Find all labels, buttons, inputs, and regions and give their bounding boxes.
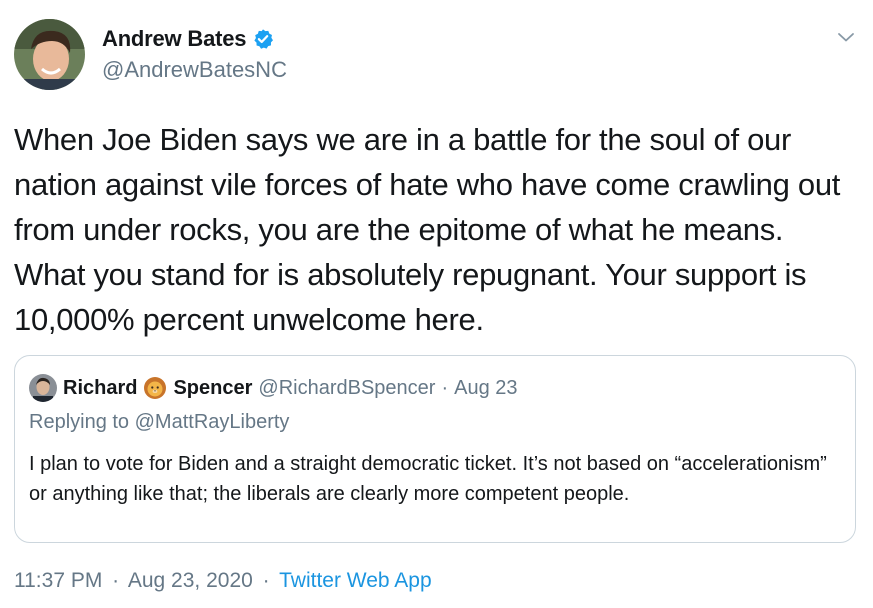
tweet-text: When Joe Biden says we are in a battle f… (14, 122, 841, 337)
author-handle[interactable]: @AndrewBatesNC (102, 57, 287, 83)
author-avatar[interactable] (14, 19, 85, 90)
quoted-author-last-name: Spencer (173, 376, 253, 399)
quoted-tweet-card[interactable]: Richard Spencer @RichardBSpencer · Aug 2… (14, 355, 856, 543)
lion-emoji-icon (143, 376, 167, 400)
verified-badge-icon (252, 28, 274, 50)
quoted-tweet-text: I plan to vote for Biden and a straight … (29, 453, 827, 505)
author-display-name[interactable]: Andrew Bates (102, 26, 247, 52)
quoted-tweet-date: Aug 23 (454, 376, 518, 399)
chevron-down-icon[interactable] (835, 26, 857, 48)
author-name-row: Andrew Bates (102, 26, 274, 52)
replying-to-line: Replying to @MattRayLiberty (29, 411, 290, 433)
tweet-time[interactable]: 11:37 PM (14, 569, 102, 592)
footer-separator: · (112, 569, 120, 592)
tweet-footer: 11:37 PM · Aug 23, 2020 · Twitter Web Ap… (14, 569, 432, 593)
quoted-author-first-name: Richard (63, 376, 138, 399)
quoted-author-avatar (29, 374, 57, 402)
meta-separator: · (441, 376, 449, 399)
tweet-source-link[interactable]: Twitter Web App (279, 569, 432, 592)
tweet-card: Andrew Bates @AndrewBatesNC When Joe Bid… (0, 0, 873, 608)
footer-separator: · (262, 569, 270, 592)
tweet-date[interactable]: Aug 23, 2020 (128, 569, 253, 592)
quoted-tweet-header: Richard Spencer @RichardBSpencer · Aug 2… (29, 374, 518, 402)
quoted-author-handle: @RichardBSpencer (258, 376, 436, 399)
